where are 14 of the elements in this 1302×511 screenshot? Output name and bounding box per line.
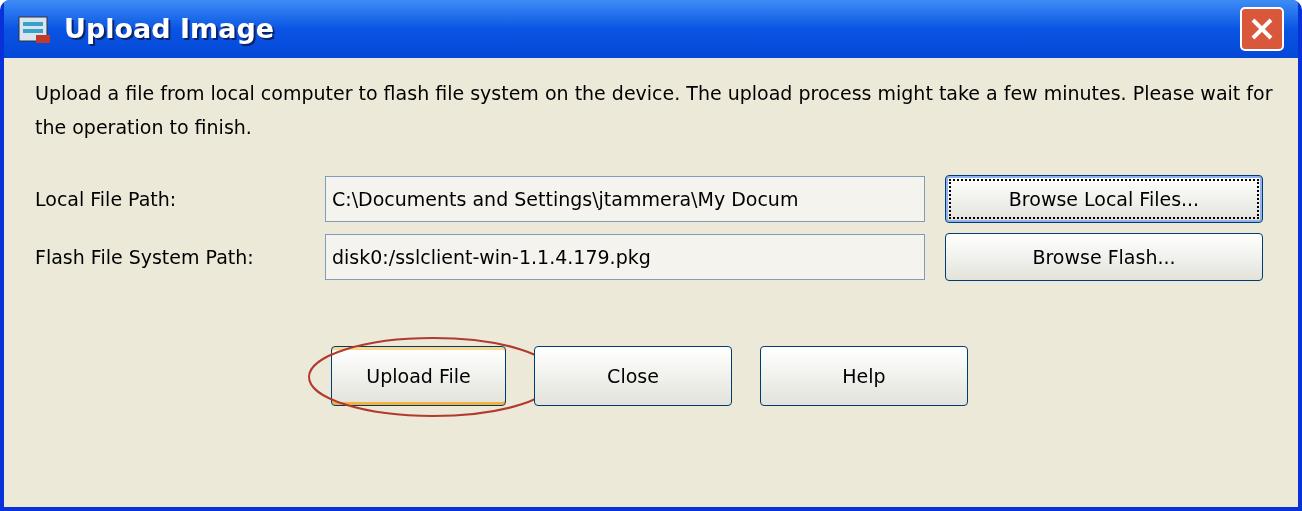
description-text: Upload a file from local computer to flash file system on the device. The upload process might take a few minutes. Please wait for the operation to finish. <box>35 81 1274 140</box>
dialog-button[interactable]: Upload File <box>331 346 506 406</box>
field-label: Local File Path: <box>35 186 178 212</box>
field-label: Flash File System Path: <box>35 244 255 270</box>
dialog-button[interactable]: Help <box>760 346 968 406</box>
window-title: Upload Image <box>64 11 275 46</box>
browse-button[interactable]: Browse Flash... <box>945 233 1263 281</box>
close-icon <box>1249 16 1275 42</box>
close-button[interactable] <box>1240 7 1284 51</box>
window-app-icon <box>18 13 52 45</box>
browse-button[interactable]: Browse Local Files... <box>945 175 1263 223</box>
path-field[interactable]: C:\Documents and Settings\jtammera\My Docum <box>325 176 925 222</box>
path-field[interactable]: disk0:/sslclient-win-1.1.4.179.pkg <box>325 234 925 280</box>
dialog-button[interactable]: Close <box>534 346 732 406</box>
